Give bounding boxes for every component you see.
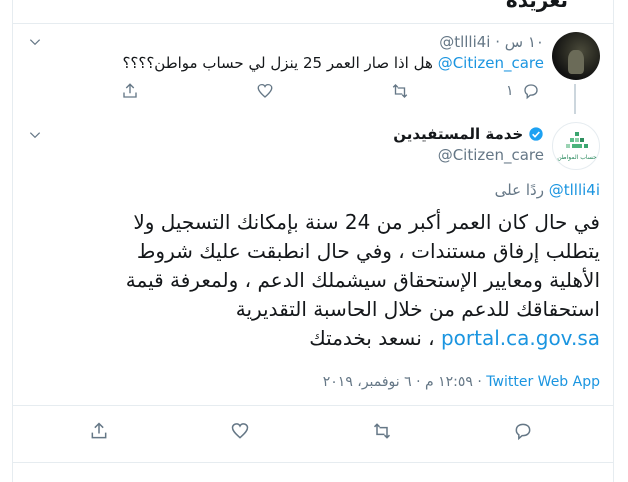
closing-text: ، نسعد بخدمتك [309, 326, 435, 350]
reply-reply-count: ١ [506, 83, 514, 99]
replying-to: ردًا على @tllli4i [495, 181, 600, 199]
tweet-line-last: portal.ca.gov.sa ، نسعد بخدمتك [28, 324, 600, 353]
tweet-line: يتطلب إرفاق مستندات ، وفي حال انطبقت علي… [136, 239, 600, 263]
reply-reply-button[interactable]: ١ [506, 82, 540, 100]
meta-separator: · [477, 374, 487, 390]
reply-time-separator: · [495, 33, 505, 51]
avatar-caption: حساب المواطن [557, 154, 597, 161]
main-share-button[interactable] [89, 421, 109, 441]
main-author-name-row[interactable]: خدمة المستفيدين [393, 125, 544, 143]
like-icon [231, 423, 249, 439]
like-icon [257, 83, 273, 98]
reply-mention-link[interactable]: @Citizen_care [438, 54, 544, 72]
main-like-button[interactable] [230, 421, 250, 441]
main-author-avatar[interactable]: حساب المواطن [552, 122, 600, 170]
reply-tweet-text: هل اذا صار العمر 25 ينزل لي حساب مواطن؟؟… [122, 54, 544, 73]
chevron-down-icon [29, 39, 41, 46]
tweet-line: الأهلية ومعايير الإستحقاق سيشملك الدعم ،… [125, 268, 600, 292]
tweet-line: استحقاقك للدعم من خلال الحاسبة التقديرية [235, 297, 600, 321]
reply-icon [515, 423, 531, 441]
reply-retweet-button[interactable] [391, 82, 409, 100]
reply-timestamp[interactable]: ١٠ س [505, 33, 544, 51]
chevron-down-icon [29, 132, 41, 139]
portal-link[interactable]: portal.ca.gov.sa [441, 326, 600, 350]
citizen-account-logo-icon [566, 132, 588, 148]
previous-tweet-fragment: تغريدة [12, 0, 614, 24]
tweet-meta: ١٢:٥٩ م · ٦ نوفمبر، ٢٠١٩ · Twitter Web A… [323, 373, 600, 391]
divider [12, 405, 614, 406]
tweet-timestamp[interactable]: ١٢:٥٩ م · ٦ نوفمبر، ٢٠١٩ [323, 374, 473, 390]
share-icon [91, 422, 107, 439]
share-icon [123, 83, 137, 98]
reply-icon [523, 84, 538, 100]
reply-header: @tllli4i · ١٠ س [439, 33, 544, 51]
bottom-divider [12, 462, 614, 463]
replying-to-handle[interactable]: @tllli4i [549, 181, 600, 199]
main-reply-button[interactable] [513, 421, 533, 441]
tweet-line: في حال كان العمر أكبر من 24 سنة بإمكانك … [133, 210, 600, 234]
reply-author-avatar[interactable] [552, 32, 600, 80]
thread-connector [574, 84, 576, 114]
main-more-button[interactable] [28, 127, 42, 146]
reply-text-body: هل اذا صار العمر 25 ينزل لي حساب مواطن؟؟… [122, 54, 433, 72]
reply-author-handle[interactable]: @tllli4i [439, 33, 490, 51]
tweet-source[interactable]: Twitter Web App [486, 374, 600, 390]
replying-to-label: ردًا على [494, 181, 544, 199]
main-tweet-text: في حال كان العمر أكبر من 24 سنة بإمكانك … [28, 208, 600, 353]
reply-more-button[interactable] [28, 34, 42, 53]
reply-share-button[interactable] [121, 82, 139, 100]
main-retweet-button[interactable] [372, 421, 392, 441]
main-author-handle[interactable]: @Citizen_care [438, 146, 544, 164]
retweet-icon [373, 423, 391, 439]
main-author-name[interactable]: خدمة المستفيدين [393, 125, 523, 143]
verified-icon [529, 127, 543, 141]
previous-tweet-text: تغريدة [505, 0, 568, 12]
reply-like-button[interactable] [256, 82, 274, 100]
retweet-icon [392, 84, 408, 98]
